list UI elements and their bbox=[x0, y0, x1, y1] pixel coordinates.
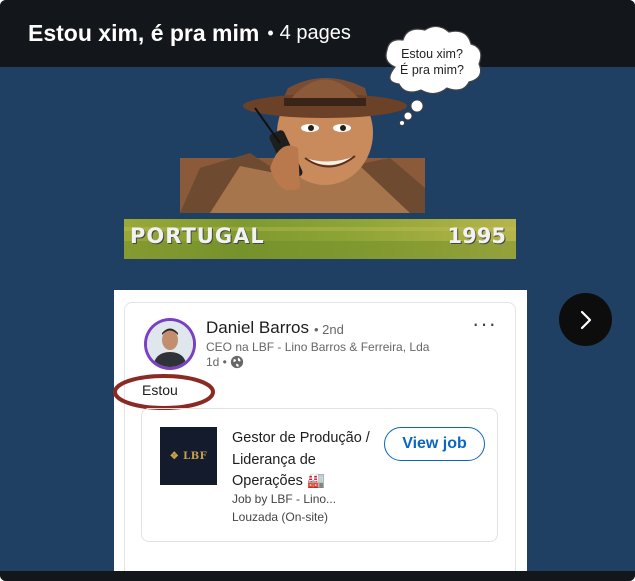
document-title: Estou xim, é pra mim bbox=[28, 20, 260, 46]
author-name[interactable]: Daniel Barros bbox=[206, 318, 309, 338]
avatar-photo bbox=[147, 321, 193, 367]
thought-bubble-text: Estou xim? É pra mim? bbox=[382, 46, 482, 78]
banner-portugal-text: PORTUGAL bbox=[130, 224, 265, 248]
page-count: 4 pages bbox=[279, 22, 351, 44]
more-options-icon[interactable]: ··· bbox=[472, 311, 497, 337]
thought-line-2: É pra mim? bbox=[400, 63, 464, 77]
connection-degree: • 2nd bbox=[314, 322, 344, 337]
document-viewer: Estou xim, é pra mim • 4 pages Estou xim… bbox=[0, 0, 635, 581]
post-meta: 1d • bbox=[206, 355, 244, 369]
next-page-button[interactable] bbox=[559, 293, 612, 346]
view-job-button[interactable]: View job bbox=[384, 427, 485, 461]
post-time: 1d • bbox=[206, 355, 227, 369]
thought-line-1: Estou xim? bbox=[401, 47, 463, 61]
banner-year-text: 1995 bbox=[447, 224, 506, 248]
title-separator: • bbox=[267, 23, 274, 43]
red-circle-annotation bbox=[113, 374, 215, 410]
company-logo-text: ❖ LBF bbox=[169, 450, 208, 462]
portugal-banner: PORTUGAL 1995 bbox=[124, 219, 516, 259]
job-title[interactable]: Gestor de Produção / Liderança de Operaç… bbox=[232, 428, 377, 493]
globe-icon bbox=[230, 355, 244, 369]
bottom-bar bbox=[0, 571, 635, 581]
job-byline: Job by LBF - Lino... bbox=[232, 492, 337, 506]
author-headline: CEO na LBF - Lino Barros & Ferreira, Lda bbox=[206, 340, 430, 354]
avatar[interactable] bbox=[144, 318, 196, 370]
job-location: Louzada (On-site) bbox=[232, 510, 329, 524]
company-logo[interactable]: ❖ LBF bbox=[160, 427, 217, 485]
person-photo-icon bbox=[147, 321, 193, 367]
chevron-right-icon bbox=[580, 310, 591, 329]
